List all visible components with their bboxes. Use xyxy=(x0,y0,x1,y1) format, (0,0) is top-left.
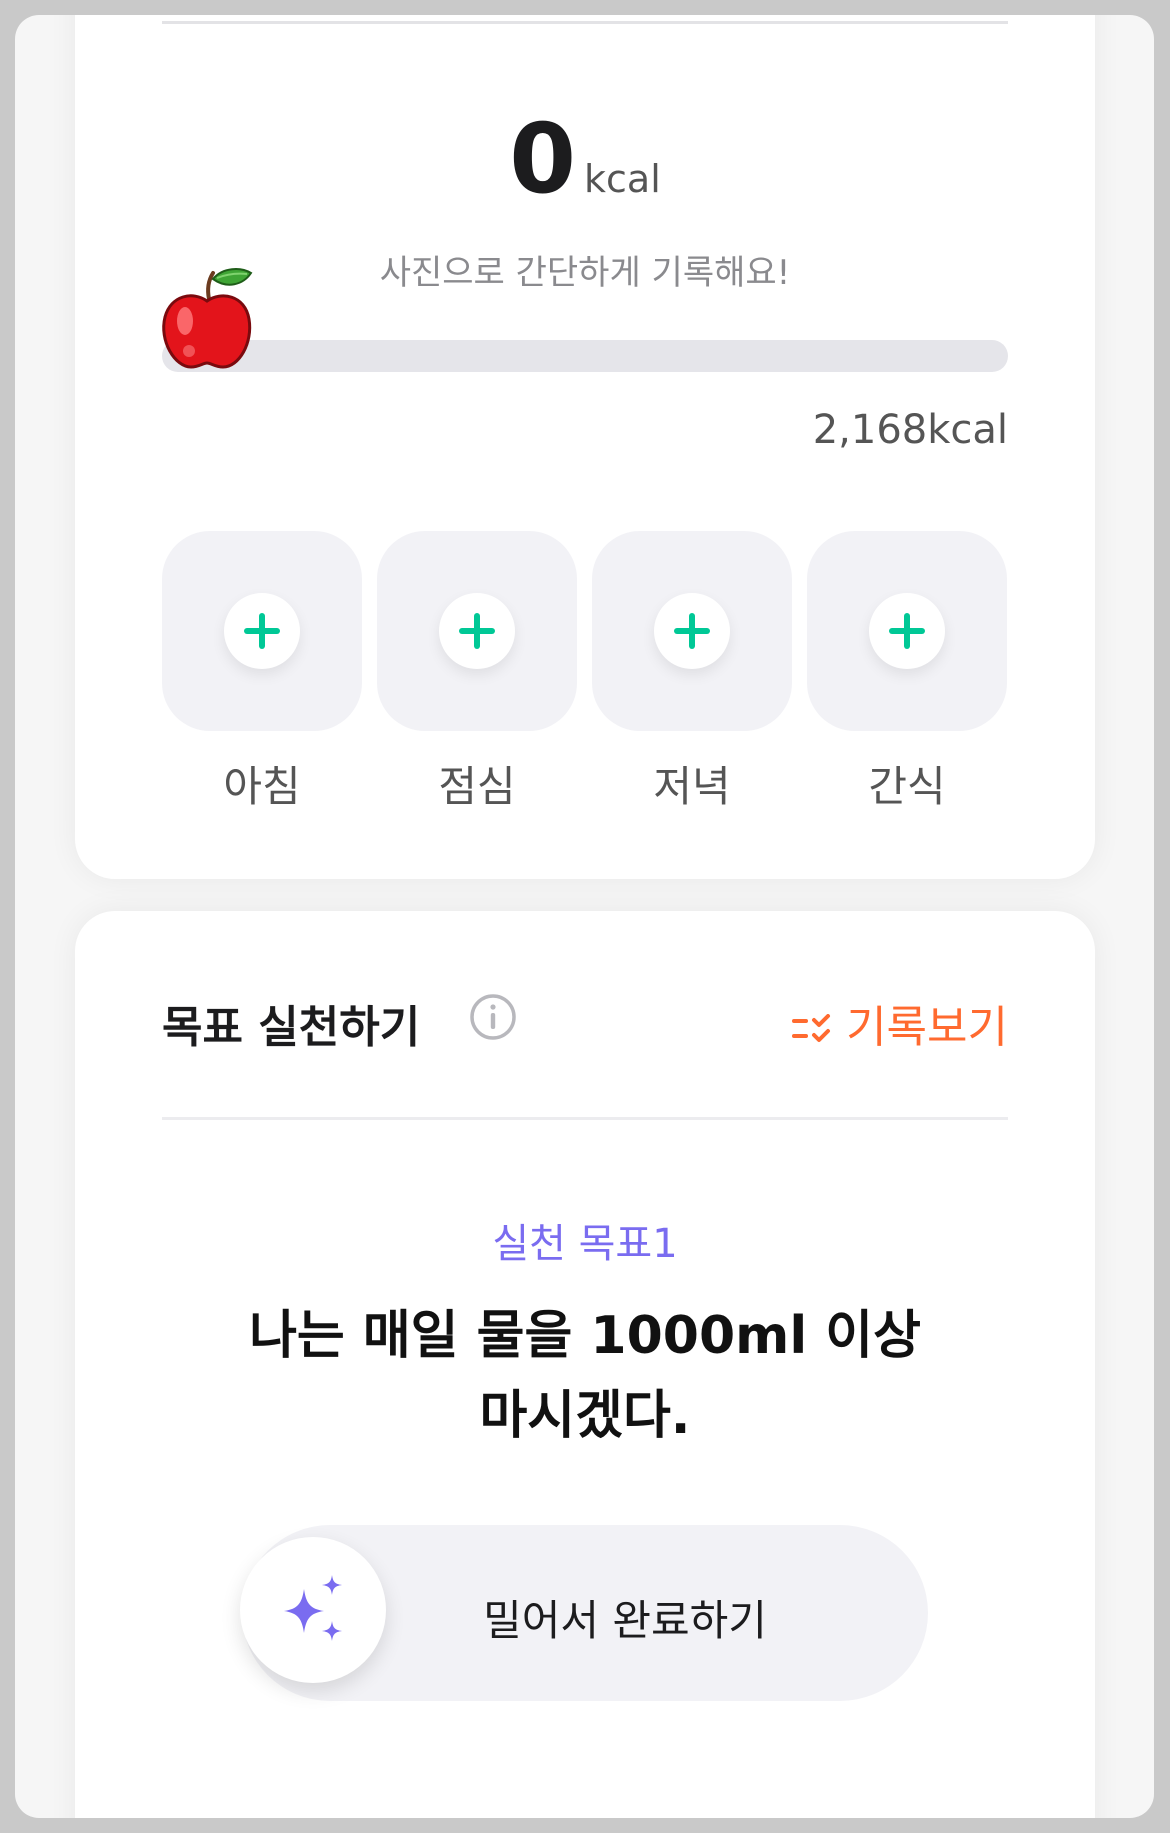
goal-section-title: 목표 실천하기 xyxy=(162,1002,421,1053)
app-panel: 0 kcal 사진으로 간단하게 기록해요! 2,168kcal 아침 점심 저… xyxy=(15,15,1154,1818)
history-label: 기록보기 xyxy=(846,1002,1008,1053)
meal-grid: 아침 점심 저녁 간식 xyxy=(162,531,1008,811)
target-kcal: 2,168kcal xyxy=(812,407,1008,453)
meal-label: 간식 xyxy=(868,762,946,811)
plus-icon xyxy=(459,613,495,649)
slider-handle[interactable] xyxy=(240,1537,386,1683)
plus-circle xyxy=(654,593,730,669)
meal-item-lunch: 점심 xyxy=(377,531,577,814)
checklist-icon xyxy=(792,1014,831,1042)
history-button[interactable]: 기록보기 xyxy=(792,991,1008,1055)
section-divider xyxy=(162,1117,1008,1120)
meal-label: 저녁 xyxy=(653,762,731,811)
calorie-card: 0 kcal 사진으로 간단하게 기록해요! 2,168kcal 아침 점심 저… xyxy=(75,15,1095,879)
meal-item-dinner: 저녁 xyxy=(592,531,792,814)
plus-icon xyxy=(244,613,280,649)
meal-label: 점심 xyxy=(438,762,516,811)
info-icon[interactable] xyxy=(468,992,518,1042)
plus-circle xyxy=(224,593,300,669)
calorie-progress-bar xyxy=(162,340,1008,372)
swipe-complete-slider[interactable]: 밀어서 완료하기 xyxy=(240,1525,928,1701)
kcal-unit: kcal xyxy=(584,157,661,201)
plus-circle xyxy=(439,593,515,669)
goal-text: 나는 매일 물을 1000ml 이상 마시겠다. xyxy=(249,1306,921,1446)
goal-card: 목표 실천하기 기록보기 실천 목표1 나는 매일 물을 1000ml 이상 마… xyxy=(75,911,1095,1818)
apple-icon xyxy=(162,268,253,369)
sparkle-icon xyxy=(284,1575,342,1641)
plus-icon xyxy=(674,613,710,649)
kcal-value: 0 xyxy=(509,103,577,215)
meal-label: 아침 xyxy=(223,762,301,811)
meal-item-snack: 간식 xyxy=(807,531,1007,814)
plus-circle xyxy=(869,593,945,669)
meal-item-breakfast: 아침 xyxy=(162,531,362,814)
top-divider xyxy=(162,21,1008,24)
plus-icon xyxy=(889,613,925,649)
kcal-summary: 0 kcal xyxy=(75,103,1095,215)
goal-label: 실천 목표1 xyxy=(492,1221,678,1267)
add-breakfast-button[interactable] xyxy=(162,531,362,731)
add-dinner-button[interactable] xyxy=(592,531,792,731)
add-snack-button[interactable] xyxy=(807,531,1007,731)
add-lunch-button[interactable] xyxy=(377,531,577,731)
